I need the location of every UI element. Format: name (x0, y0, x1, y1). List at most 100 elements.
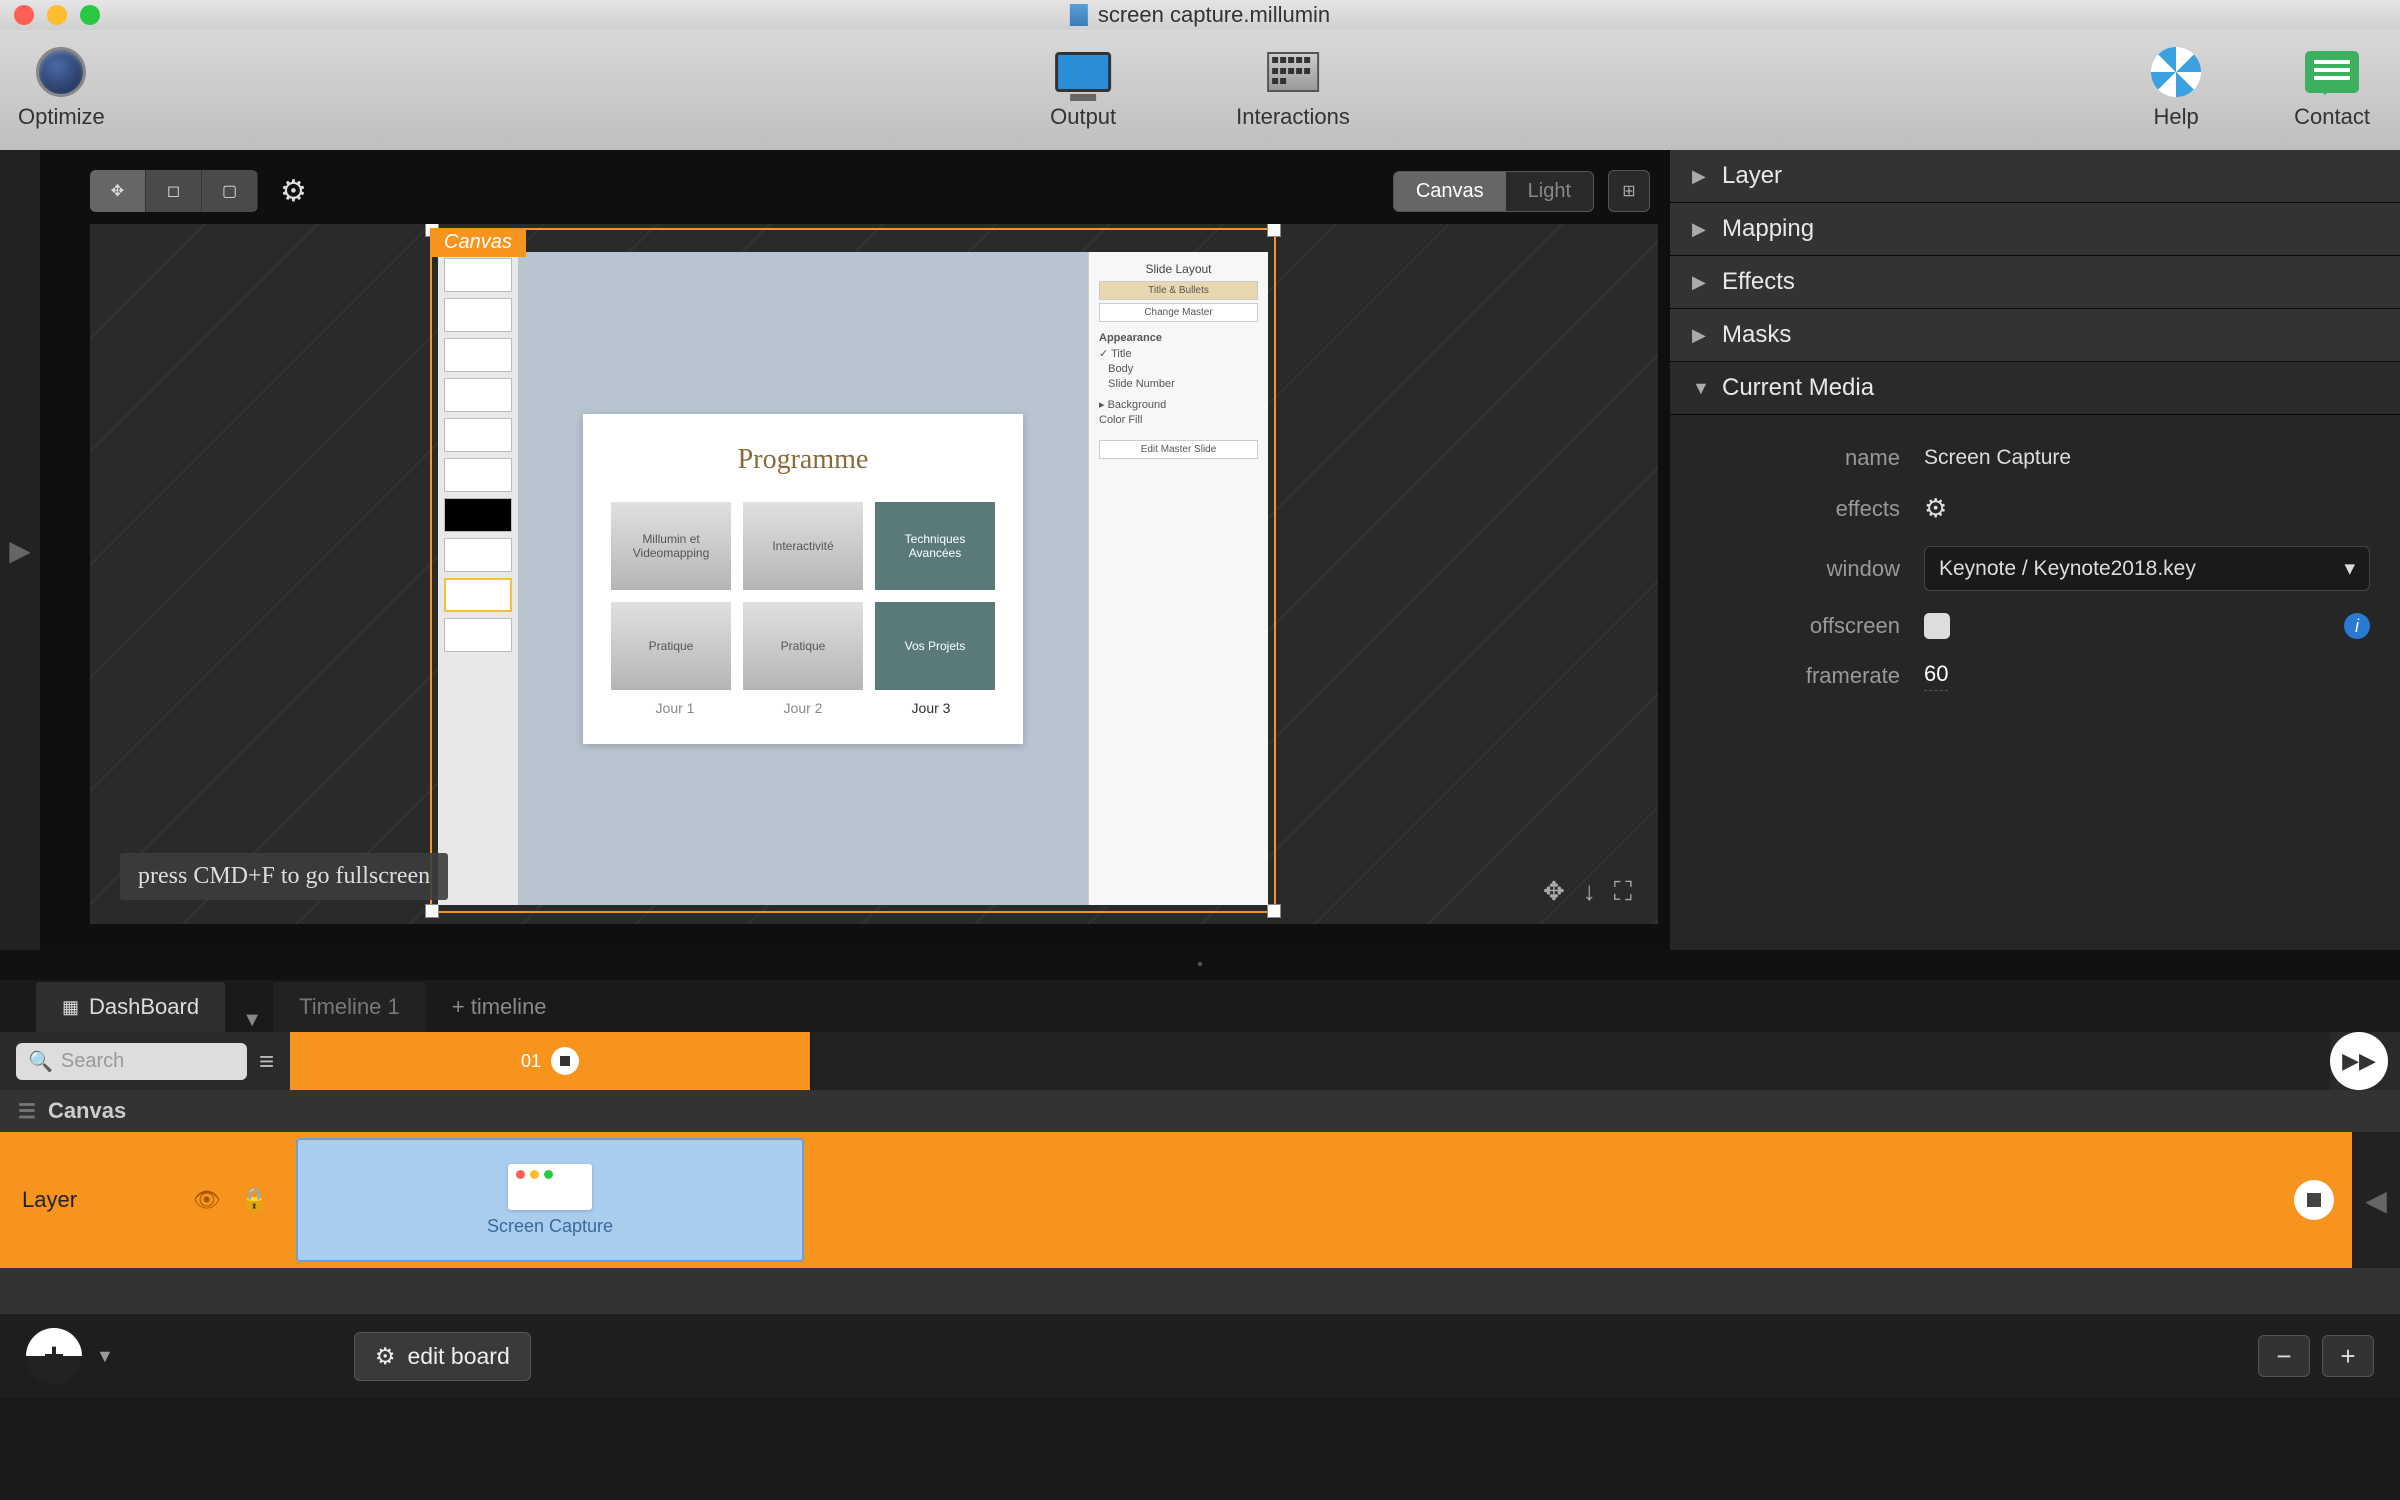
move-icon[interactable]: ✥ (1543, 876, 1565, 908)
captured-window-preview: Programme Millumin et Videomapping Inter… (438, 252, 1268, 905)
window-label: window (1700, 556, 1900, 582)
offscreen-checkbox[interactable] (1924, 613, 1950, 639)
monitor-icon (1055, 52, 1111, 92)
add-layer-button[interactable]: + (26, 1328, 82, 1384)
mapping-section-header[interactable]: ▶Mapping (1670, 203, 2400, 256)
slide-title: Programme (611, 444, 995, 476)
window-titlebar: screen capture.millumin (0, 0, 2400, 30)
gear-icon: ⚙ (375, 1343, 396, 1370)
left-panel-expander[interactable]: ▶ (0, 150, 40, 950)
minimize-window-button[interactable] (47, 5, 67, 25)
grid-view-button[interactable]: ⊞ (1608, 170, 1650, 212)
framerate-label: framerate (1700, 663, 1900, 689)
gauge-icon (36, 47, 86, 97)
resize-handle-bl[interactable] (425, 904, 439, 918)
slide-tile: Interactivité (743, 502, 863, 590)
layer-name: Layer (22, 1187, 77, 1213)
help-label: Help (2154, 104, 2199, 130)
canvas-viewport[interactable]: Programme Millumin et Videomapping Inter… (90, 224, 1658, 924)
menu-button[interactable]: ≡ (259, 1046, 274, 1077)
layer-stop-button[interactable] (2294, 1180, 2334, 1220)
output-button[interactable]: Output (1050, 44, 1116, 130)
layer-section-header[interactable]: ▶Layer (1670, 150, 2400, 203)
bottom-bar: + ▼ ⚙ edit board − + (0, 1314, 2400, 1398)
fast-forward-button[interactable]: ▶▶ (2330, 1032, 2388, 1090)
dashboard-tab[interactable]: ▦DashBoard (36, 982, 225, 1032)
main-toolbar: Optimize Output Interactions Help Contac… (0, 30, 2400, 150)
panel-divider[interactable]: • (0, 950, 2400, 980)
zoom-in-button[interactable]: + (2322, 1335, 2374, 1377)
grid-icon: ▦ (62, 997, 79, 1018)
resize-handle-tr[interactable] (1267, 224, 1281, 237)
canvas-row-label: Canvas (48, 1098, 126, 1124)
help-button[interactable]: Help (2148, 44, 2204, 130)
properties-panel: ▶Layer ▶Mapping ▶Effects ▶Masks ▼Current… (1670, 150, 2400, 950)
day-label: Jour 2 (739, 700, 867, 716)
slide-tile: Millumin et Videomapping (611, 502, 731, 590)
add-dropdown-icon[interactable]: ▼ (96, 1346, 114, 1367)
fullscreen-icon[interactable]: ⛶ (1614, 876, 1632, 908)
slide-tile: Vos Projets (875, 602, 995, 690)
timeline-panel: 🔍 Search ≡ 01 ▶▶ ☰ Canvas Layer 👁 🔒 (0, 1032, 2400, 1314)
close-window-button[interactable] (14, 5, 34, 25)
canvas-tab[interactable]: Canvas (1394, 172, 1506, 211)
edit-board-button[interactable]: ⚙ edit board (354, 1332, 531, 1381)
slide-tile: Pratique (743, 602, 863, 690)
empty-track-row[interactable] (0, 1268, 2400, 1314)
visibility-icon[interactable]: 👁 (193, 1187, 221, 1213)
canvas-selection-frame[interactable]: Programme Millumin et Videomapping Inter… (430, 228, 1276, 913)
day-label: Jour 3 (867, 700, 995, 716)
crop-tool-button[interactable]: ◻ (146, 170, 202, 212)
chevron-down-icon: ▾ (2344, 556, 2355, 581)
lifebuoy-icon (2151, 47, 2201, 97)
maximize-window-button[interactable] (80, 5, 100, 25)
canvas-light-segment: Canvas Light (1393, 171, 1594, 212)
column-header-01[interactable]: 01 (290, 1032, 810, 1090)
window-thumbnail-icon (508, 1164, 592, 1210)
framerate-input[interactable]: 60 (1924, 661, 1948, 691)
mask-tool-button[interactable]: ▢ (202, 170, 258, 212)
zoom-out-button[interactable]: − (2258, 1335, 2310, 1377)
window-title-text: screen capture.millumin (1098, 2, 1330, 28)
search-input[interactable]: 🔍 Search (16, 1043, 247, 1080)
keynote-thumbnails (438, 252, 518, 905)
optimize-label: Optimize (18, 104, 105, 130)
offscreen-label: offscreen (1700, 613, 1900, 639)
tab-dropdown[interactable]: ▼ (231, 1009, 273, 1032)
light-tab[interactable]: Light (1506, 172, 1593, 211)
day-label: Jour 1 (611, 700, 739, 716)
midi-keyboard-icon (1267, 52, 1319, 92)
window-select[interactable]: Keynote / Keynote2018.key ▾ (1924, 546, 2370, 591)
current-media-section-header[interactable]: ▼Current Media (1670, 362, 2400, 415)
contact-button[interactable]: Contact (2294, 44, 2370, 130)
stop-icon[interactable] (551, 1047, 579, 1075)
name-label: name (1700, 445, 1900, 471)
effects-gear-button[interactable]: ⚙ (1924, 493, 1947, 524)
traffic-lights (14, 5, 100, 25)
layer-track[interactable] (810, 1132, 2352, 1268)
lock-icon[interactable]: 🔒 (241, 1187, 268, 1213)
layer-row-header[interactable]: Layer 👁 🔒 (0, 1132, 290, 1268)
output-label: Output (1050, 104, 1116, 130)
interactions-button[interactable]: Interactions (1236, 44, 1350, 130)
add-timeline-button[interactable]: + timeline (432, 982, 567, 1032)
layers-icon: ☰ (18, 1099, 36, 1124)
resize-handle-br[interactable] (1267, 904, 1281, 918)
chat-icon (2305, 51, 2359, 93)
transform-tool-button[interactable]: ✥ (90, 170, 146, 212)
media-clip[interactable]: Screen Capture (296, 1138, 804, 1262)
masks-section-header[interactable]: ▶Masks (1670, 309, 2400, 362)
canvas-tool-group: ✥ ◻ ▢ (90, 170, 258, 212)
effects-section-header[interactable]: ▶Effects (1670, 256, 2400, 309)
right-panel-expander[interactable]: ◀ (2352, 1132, 2400, 1268)
timeline1-tab[interactable]: Timeline 1 (273, 982, 426, 1032)
down-arrow-icon[interactable]: ↓ (1583, 876, 1596, 908)
canvas-settings-button[interactable]: ⚙ (280, 174, 307, 209)
media-name-value[interactable]: Screen Capture (1924, 446, 2071, 470)
current-media-body: name Screen Capture effects ⚙ window Key… (1670, 415, 2400, 950)
timeline-track-area[interactable] (810, 1032, 2330, 1090)
contact-label: Contact (2294, 104, 2370, 130)
info-icon[interactable]: i (2344, 613, 2370, 639)
optimize-button[interactable]: Optimize (18, 44, 105, 130)
search-placeholder: Search (61, 1050, 124, 1073)
